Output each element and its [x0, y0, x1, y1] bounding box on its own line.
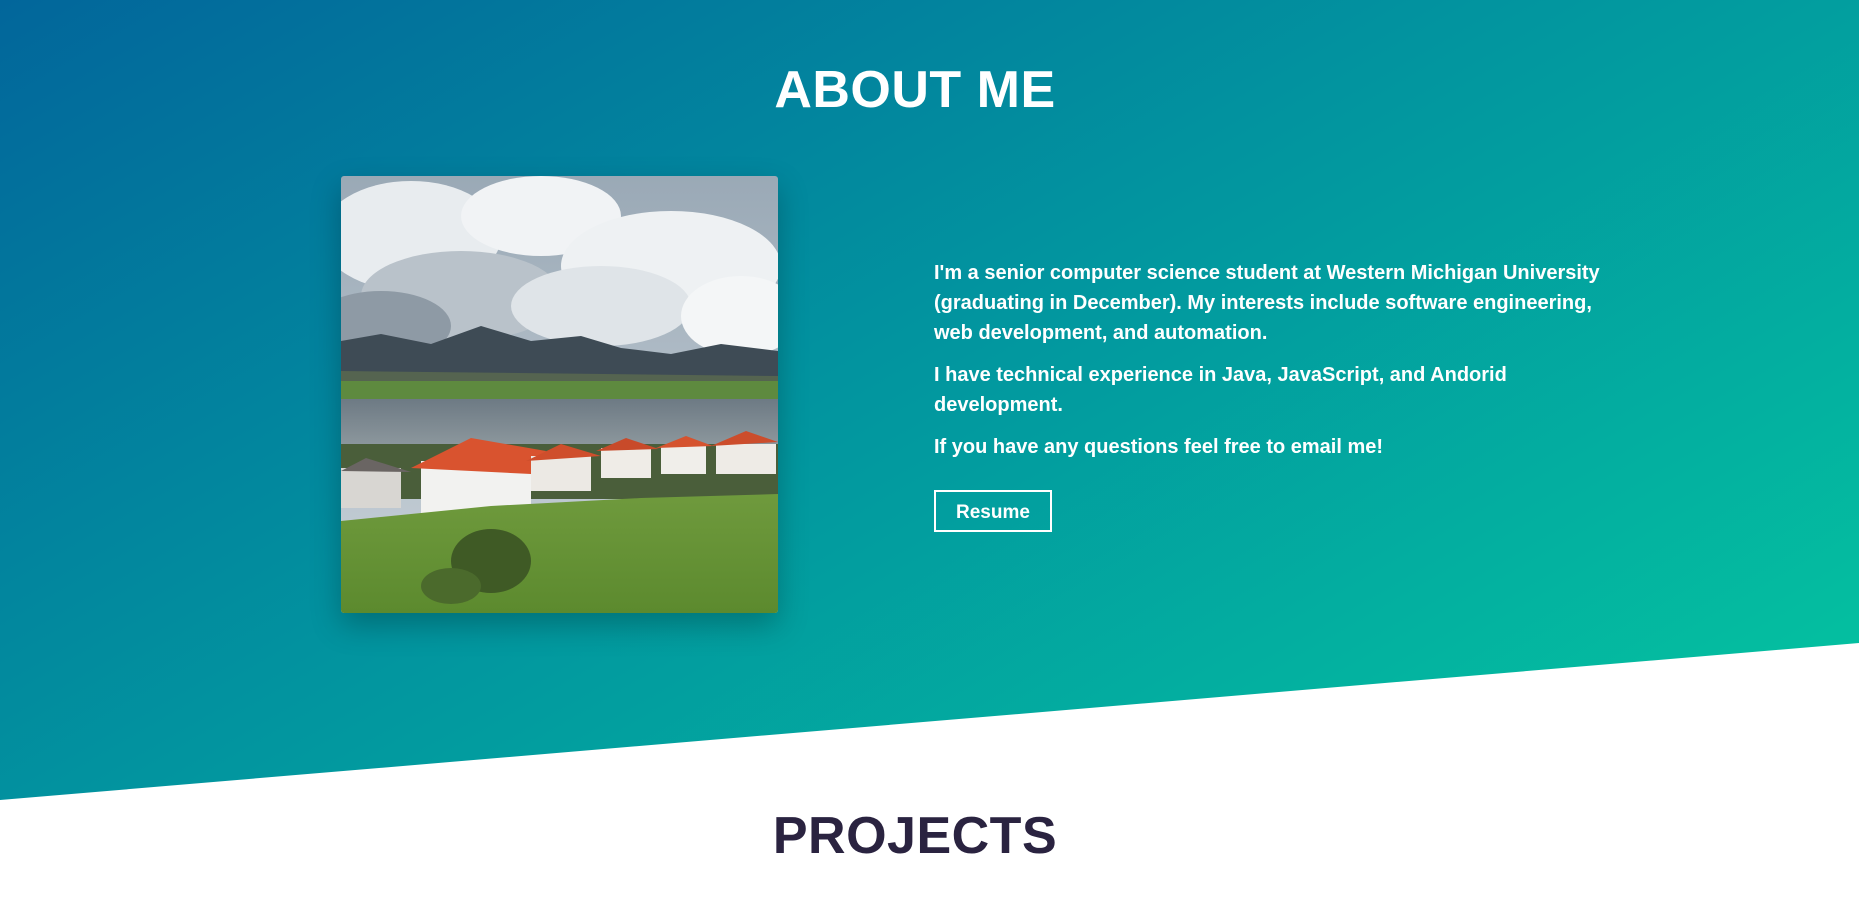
profile-photo: [341, 176, 778, 613]
about-paragraph-3: If you have any questions feel free to e…: [934, 436, 1384, 458]
landscape-photo-icon: [341, 176, 778, 613]
about-title: ABOUT ME: [774, 61, 1056, 119]
resume-button[interactable]: Resume: [934, 490, 1052, 532]
projects-title: PROJECTS: [772, 807, 1058, 865]
about-text-block: I'm a senior computer science student at…: [934, 258, 1634, 532]
about-paragraph-1: I'm a senior computer science student at…: [934, 262, 1600, 344]
about-paragraph-2: I have technical experience in Java, Jav…: [934, 364, 1507, 416]
page: ABOUT ME I'm a senior computer science s…: [0, 0, 1859, 899]
